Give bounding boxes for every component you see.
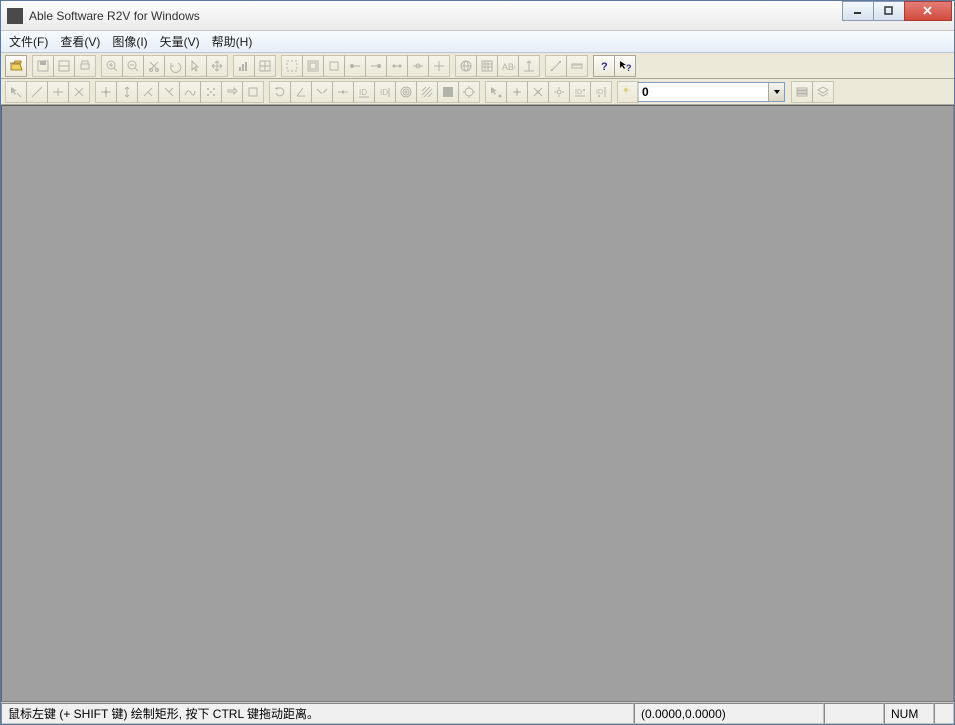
delete-point-button[interactable] [527, 81, 549, 103]
window-title: Able Software R2V for Windows [29, 9, 843, 23]
reverse-button[interactable] [221, 81, 243, 103]
status-coords: (0.0000,0.0000) [634, 703, 824, 724]
rotate-button[interactable] [269, 81, 291, 103]
status-tail [934, 703, 954, 724]
join-button[interactable] [311, 81, 333, 103]
window-controls [843, 1, 952, 21]
text-button[interactable]: ABC [497, 55, 519, 77]
point-edit-button[interactable] [485, 81, 507, 103]
layer-dropdown-arrow[interactable] [768, 83, 784, 101]
add-node-button[interactable] [47, 81, 69, 103]
contour-button[interactable] [395, 81, 417, 103]
menu-vector[interactable]: 矢量(V) [160, 33, 200, 50]
move-node-button[interactable] [95, 81, 117, 103]
open-button[interactable] [5, 55, 27, 77]
status-blank [824, 703, 884, 724]
draw-line-button[interactable] [26, 81, 48, 103]
status-num: NUM [884, 703, 934, 724]
app-icon [7, 8, 23, 24]
maximize-button[interactable] [873, 1, 905, 21]
point-id-vert-button[interactable]: ID [590, 81, 612, 103]
svg-text:?: ? [601, 61, 608, 73]
grid-button[interactable] [476, 55, 498, 77]
zoom-in-button[interactable] [101, 55, 123, 77]
snap-grid-button[interactable] [200, 81, 222, 103]
titlebar: Able Software R2V for Windows [1, 1, 954, 31]
statusbar: 鼠标左键 (+ SHIFT 键) 绘制矩形, 按下 CTRL 键拖动距离。 (0… [1, 702, 954, 724]
pointer-button[interactable] [185, 55, 207, 77]
smooth-button[interactable] [179, 81, 201, 103]
angle-button[interactable] [290, 81, 312, 103]
layer-manager-button[interactable] [791, 81, 813, 103]
highlight-button[interactable] [458, 81, 480, 103]
point-id-horiz-button[interactable]: ID [569, 81, 591, 103]
status-hint: 鼠标左键 (+ SHIFT 键) 绘制矩形, 按下 CTRL 键拖动距离。 [1, 703, 634, 724]
pan-button[interactable] [206, 55, 228, 77]
menu-help[interactable]: 帮助(H) [212, 33, 253, 50]
threshold-button[interactable] [254, 55, 276, 77]
region-button[interactable] [302, 55, 324, 77]
add-point-button[interactable] [506, 81, 528, 103]
select-rect-button[interactable] [281, 55, 303, 77]
globe-button[interactable] [455, 55, 477, 77]
move-vertical-button[interactable] [116, 81, 138, 103]
menu-image[interactable]: 图像(I) [112, 33, 147, 50]
workspace[interactable] [1, 105, 954, 702]
endpoints-button[interactable] [386, 55, 408, 77]
line-edit-button[interactable] [5, 81, 27, 103]
app-window: Able Software R2V for Windows 文件(F) 查看(V… [0, 0, 955, 725]
minimize-button[interactable] [842, 1, 874, 21]
context-help-button[interactable]: ? [614, 55, 636, 77]
svg-text:ID: ID [380, 88, 388, 97]
undo-button[interactable] [164, 55, 186, 77]
layer-combo[interactable] [637, 82, 785, 102]
branch-up-button[interactable] [137, 81, 159, 103]
split-left-button[interactable] [332, 81, 354, 103]
toolbar-vector: ID ID ID ID [1, 79, 954, 105]
svg-text:ABC: ABC [502, 62, 515, 72]
layer-stack-button[interactable] [812, 81, 834, 103]
node-start-button[interactable] [344, 55, 366, 77]
help-button[interactable]: ? [593, 55, 615, 77]
zoom-out-button[interactable] [122, 55, 144, 77]
save-workspace-button[interactable] [53, 55, 75, 77]
svg-text:ID: ID [596, 89, 603, 96]
move-point-button[interactable] [548, 81, 570, 103]
menu-view[interactable]: 查看(V) [60, 33, 100, 50]
cut-button[interactable] [143, 55, 165, 77]
close-button[interactable] [904, 1, 952, 21]
delete-node-button[interactable] [68, 81, 90, 103]
intersection-button[interactable] [428, 55, 450, 77]
print-button[interactable] [74, 55, 96, 77]
node-marker-button[interactable] [407, 55, 429, 77]
hatch-button[interactable] [416, 81, 438, 103]
measure-button[interactable] [545, 55, 567, 77]
toolbar-main: ABC ? ? [1, 53, 954, 79]
svg-text:ID: ID [575, 89, 582, 96]
crop-button[interactable] [323, 55, 345, 77]
save-button[interactable] [32, 55, 54, 77]
layer-highlight-button[interactable] [617, 81, 639, 103]
id-show-button[interactable]: ID [353, 81, 375, 103]
node-end-button[interactable] [365, 55, 387, 77]
elevation-button[interactable] [518, 55, 540, 77]
id-line-button[interactable]: ID [374, 81, 396, 103]
svg-text:ID: ID [359, 88, 367, 97]
ruler-button[interactable] [566, 55, 588, 77]
menu-file[interactable]: 文件(F) [9, 33, 48, 50]
close-line-button[interactable] [242, 81, 264, 103]
svg-text:?: ? [626, 63, 632, 73]
fill-button[interactable] [437, 81, 459, 103]
histogram-button[interactable] [233, 55, 255, 77]
menubar: 文件(F) 查看(V) 图像(I) 矢量(V) 帮助(H) [1, 31, 954, 53]
layer-input[interactable] [638, 83, 768, 101]
branch-down-button[interactable] [158, 81, 180, 103]
